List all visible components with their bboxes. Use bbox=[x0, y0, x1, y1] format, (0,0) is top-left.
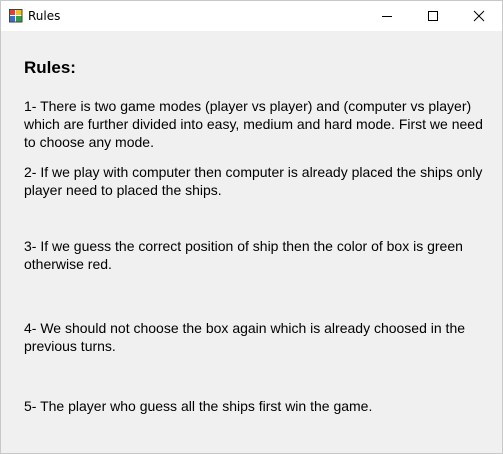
rule-1: 1- There is two game modes (player vs pl… bbox=[24, 98, 483, 150]
rules-window: Rules Rules: 1- There is two game modes … bbox=[0, 0, 503, 454]
rule-4: 4- We should not choose the box again wh… bbox=[24, 320, 466, 354]
rule-5: 5- The player who guess all the ships fi… bbox=[24, 398, 373, 414]
window-title: Rules bbox=[28, 9, 61, 23]
rules-content: Rules: 1- There is two game modes (playe… bbox=[1, 31, 502, 453]
minimize-icon bbox=[382, 16, 392, 17]
maximize-icon bbox=[428, 11, 438, 21]
title-bar[interactable]: Rules bbox=[1, 1, 502, 31]
app-icon bbox=[9, 9, 23, 23]
rules-heading: Rules: bbox=[24, 58, 76, 77]
maximize-button[interactable] bbox=[410, 1, 456, 31]
minimize-button[interactable] bbox=[364, 1, 410, 31]
rule-3: 3- If we guess the correct position of s… bbox=[24, 238, 463, 272]
close-icon bbox=[473, 10, 485, 22]
rule-2: 2- If we play with computer then compute… bbox=[24, 164, 483, 198]
close-button[interactable] bbox=[456, 1, 502, 31]
